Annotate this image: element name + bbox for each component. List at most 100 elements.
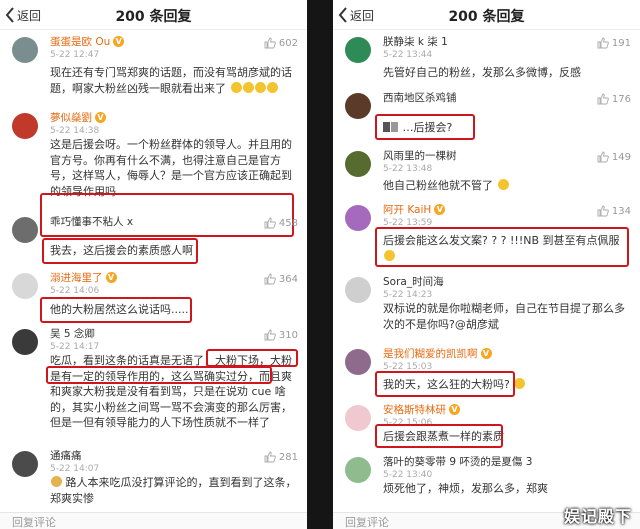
avatar[interactable] bbox=[345, 151, 371, 177]
emoji-icon bbox=[230, 81, 242, 93]
back-label: 返回 bbox=[350, 8, 375, 23]
comment-time: 5-22 14:07 bbox=[50, 464, 100, 474]
vip-badge-icon: V bbox=[480, 348, 492, 359]
avatar[interactable] bbox=[12, 217, 38, 243]
image-icon bbox=[391, 122, 398, 132]
comment-item: 吴 5 念卿 5-22 14:17 310 吃瓜，看到这条的话真是无语了，大粉下… bbox=[0, 323, 307, 453]
comment-item: Sora_时间海 5-22 14:23 双标说的就是你啦糊老师，自己在节目提了那… bbox=[333, 271, 640, 347]
comment-text: 我的天，这么狂的大粉吗? bbox=[383, 377, 630, 393]
comment-text: 他的大粉居然这么说话吗..... bbox=[50, 303, 189, 316]
comment-time: 5-22 12:47 bbox=[50, 50, 100, 60]
avatar[interactable] bbox=[345, 93, 371, 119]
emoji-icon bbox=[384, 249, 395, 261]
like-button[interactable]: 310 bbox=[264, 329, 298, 341]
like-button[interactable]: 191 bbox=[597, 37, 631, 49]
avatar[interactable] bbox=[345, 277, 371, 303]
comment-item: 阿开 KaiH V 5-22 13:59 134 后援会能这么发文案? ? ? !… bbox=[333, 199, 640, 273]
emoji-icon bbox=[497, 179, 509, 190]
like-count: 602 bbox=[278, 37, 298, 49]
avatar[interactable] bbox=[345, 205, 371, 231]
right-screen: 返回 200 条回复 朕静柒 k 柒 1 5-22 13:44 191 先管好自… bbox=[333, 0, 640, 529]
comment-item: 安格斯特林研 V 5-22 15:06 后援会跟蒸煮一样的素质 bbox=[333, 399, 640, 449]
page-title: 200 条回复 bbox=[448, 9, 525, 25]
comment-time: 5-22 14:38 bbox=[50, 126, 100, 136]
vip-badge-icon: V bbox=[113, 36, 125, 47]
thumb-up-icon bbox=[597, 151, 609, 163]
like-button[interactable]: 602 bbox=[264, 37, 298, 49]
back-button[interactable]: 返回 bbox=[4, 5, 41, 25]
comment-author[interactable]: 乖巧懂事不粘人 x bbox=[50, 215, 133, 229]
avatar[interactable] bbox=[12, 329, 38, 355]
comment-author[interactable]: 西南地区杀鸡铺 bbox=[383, 91, 457, 105]
comment-author[interactable]: 吴 5 念卿 bbox=[50, 327, 95, 341]
left-screen: 返回 200 条回复 蛋蛋是欧 Ou V 5-22 12:47 602 现在还有专… bbox=[0, 0, 307, 529]
chevron-left-icon bbox=[5, 7, 14, 23]
comment-author[interactable]: 夢似燊劉 V bbox=[50, 111, 106, 125]
vip-badge-icon: V bbox=[95, 112, 106, 123]
emoji-icon bbox=[254, 81, 266, 93]
comment-text: 烦死他了，神烦，发那么多，郑爽 bbox=[383, 482, 548, 495]
like-button[interactable]: 149 bbox=[597, 151, 631, 163]
avatar[interactable] bbox=[12, 451, 38, 477]
comment-item: 西南地区杀鸡铺 176 …后援会? bbox=[333, 87, 640, 145]
comment-author[interactable]: 蛋蛋是欧 Ou V bbox=[50, 35, 125, 49]
thumb-up-icon bbox=[597, 205, 609, 217]
avatar[interactable] bbox=[345, 457, 371, 483]
comment-time: 5-22 13:59 bbox=[383, 218, 433, 228]
like-button[interactable]: 364 bbox=[264, 273, 298, 285]
like-button[interactable]: 176 bbox=[597, 93, 631, 105]
comment-time: 5-22 14:23 bbox=[383, 290, 433, 300]
comment-text: 先管好自己的粉丝，发那么多微博，反感 bbox=[383, 66, 581, 79]
back-button[interactable]: 返回 bbox=[337, 5, 374, 25]
like-button[interactable]: 281 bbox=[264, 451, 298, 463]
comment-author[interactable]: 风雨里的一棵树 bbox=[383, 149, 457, 163]
comment-text: 我去，这后援会的素质感人啊 bbox=[50, 244, 193, 257]
thumb-up-icon bbox=[264, 273, 276, 285]
comment-time: 5-22 14:06 bbox=[50, 286, 100, 296]
top-bar: 返回 200 条回复 bbox=[0, 0, 307, 30]
top-bar: 返回 200 条回复 bbox=[333, 0, 640, 30]
comment-time: 5-22 13:40 bbox=[383, 470, 433, 480]
comment-author[interactable]: 安格斯特林研 V bbox=[383, 403, 460, 417]
comment-text: 现在还有专门骂郑爽的话题，而没有骂胡彦斌的话题，啊家大粉丝凶残一眼就看出来了 bbox=[50, 66, 292, 95]
thumb-up-icon bbox=[264, 37, 276, 49]
like-count: 191 bbox=[611, 37, 631, 49]
reply-input[interactable]: 回复评论 bbox=[12, 514, 56, 529]
like-button[interactable]: 134 bbox=[597, 205, 631, 217]
page-title: 200 条回复 bbox=[115, 9, 192, 25]
emoji-icon bbox=[242, 81, 254, 93]
like-count: 149 bbox=[611, 151, 631, 163]
like-button[interactable]: 458 bbox=[264, 217, 298, 229]
comment-author[interactable]: 朕静柒 k 柒 1 bbox=[383, 35, 448, 49]
avatar[interactable] bbox=[12, 113, 38, 139]
comment-text: …后援会? bbox=[383, 120, 630, 136]
avatar[interactable] bbox=[345, 37, 371, 63]
reply-input[interactable]: 回复评论 bbox=[345, 514, 389, 529]
reply-bar: 回复评论 bbox=[0, 512, 307, 529]
comment-author[interactable]: 溺进海里了 V bbox=[50, 271, 117, 285]
comment-time: 5-22 14:17 bbox=[50, 342, 100, 352]
thumb-up-icon bbox=[597, 37, 609, 49]
image-icon bbox=[383, 122, 390, 132]
comment-text: 路人本来吃瓜没打算评论的，直到看到了这条，郑爽实惨 bbox=[50, 476, 297, 505]
back-label: 返回 bbox=[17, 8, 42, 23]
comment-author[interactable]: 是我们糊爱的凯凯啊 V bbox=[383, 347, 492, 361]
comment-item: 蛋蛋是欧 Ou V 5-22 12:47 602 现在还有专门骂郑爽的话题，而没有… bbox=[0, 31, 307, 109]
comment-text: 后援会能这么发文案? ? ? !!!NB 到甚至有点佩服 bbox=[383, 233, 630, 264]
comment-author[interactable]: Sora_时间海 bbox=[383, 275, 444, 289]
avatar[interactable] bbox=[12, 37, 38, 63]
avatar[interactable] bbox=[345, 405, 371, 431]
comment-item: 风雨里的一棵树 5-22 13:48 149 他自己粉丝他就不管了 bbox=[333, 145, 640, 199]
comment-author[interactable]: 通痛痛 bbox=[50, 449, 82, 463]
comment-time: 5-22 13:48 bbox=[383, 164, 433, 174]
comment-author[interactable]: 阿开 KaiH V bbox=[383, 203, 446, 217]
divider bbox=[307, 0, 333, 529]
comment-text: 双标说的就是你啦糊老师，自己在节目提了那么多次的不是你吗?@胡彦斌 bbox=[383, 302, 625, 331]
avatar[interactable] bbox=[12, 273, 38, 299]
emoji-icon bbox=[51, 476, 62, 487]
thumb-up-icon bbox=[264, 329, 276, 341]
comment-author[interactable]: 落叶的葵零带 9 吥烫的是夏傷 3 bbox=[383, 455, 532, 469]
watermark: 娱记殿下 bbox=[563, 507, 632, 526]
avatar[interactable] bbox=[345, 349, 371, 375]
comment-time: 5-22 15:03 bbox=[383, 362, 433, 372]
